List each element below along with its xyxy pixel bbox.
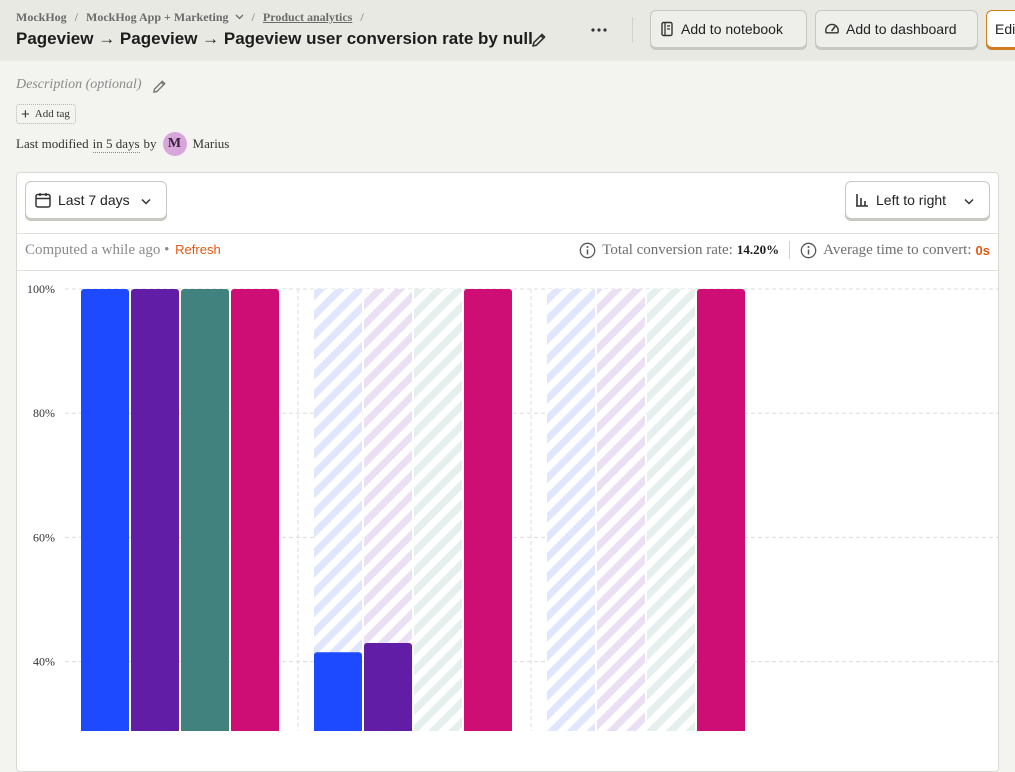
breadcrumb: MockHog / MockHog App + Marketing / Prod… bbox=[16, 10, 372, 25]
panel-divider bbox=[17, 233, 998, 234]
toolbar-divider bbox=[632, 17, 633, 43]
funnel-layout-button[interactable]: Left to right bbox=[845, 181, 990, 219]
conversion-stats: Total conversion rate: 14.20% Average ti… bbox=[579, 241, 990, 259]
add-to-notebook-button[interactable]: Add to notebook bbox=[650, 10, 807, 48]
notebook-icon bbox=[661, 21, 673, 37]
description-field[interactable]: Description (optional) bbox=[16, 77, 142, 93]
info-icon[interactable] bbox=[800, 242, 817, 259]
stats-divider bbox=[789, 241, 791, 259]
refresh-link[interactable]: Refresh bbox=[175, 242, 221, 257]
modified-by: by bbox=[143, 136, 157, 151]
funnel-bar bbox=[697, 289, 745, 731]
chevron-down-icon bbox=[964, 192, 980, 208]
chevron-down-icon[interactable] bbox=[235, 12, 244, 23]
top-bar: MockHog / MockHog App + Marketing / Prod… bbox=[0, 0, 1015, 61]
funnel-bar bbox=[131, 289, 179, 731]
add-tag-button[interactable]: + Add tag bbox=[16, 104, 76, 124]
funnel-dropoff-bar bbox=[414, 289, 462, 731]
add-to-dashboard-button[interactable]: Add to dashboard bbox=[815, 10, 978, 48]
computed-text: Computed a while ago bbox=[25, 242, 161, 258]
conversion-rate-value: 14.20% bbox=[736, 242, 780, 257]
funnel-layout-label: Left to right bbox=[876, 192, 947, 208]
edit-button[interactable]: Edit bbox=[986, 10, 1015, 48]
funnel-bar bbox=[81, 289, 129, 731]
chevron-down-icon bbox=[141, 192, 157, 208]
y-tick-label: 100% bbox=[27, 282, 55, 296]
funnel-dropoff-bar bbox=[547, 289, 595, 731]
insight-panel: Last 7 days Left to right Computed a whi… bbox=[16, 172, 999, 772]
conversion-rate-label: Total conversion rate: bbox=[602, 241, 733, 258]
funnel-dropoff-bar bbox=[597, 289, 645, 731]
edit-title-pencil-icon[interactable] bbox=[530, 31, 548, 54]
avatar: M bbox=[162, 132, 187, 156]
breadcrumb-project[interactable]: MockHog App + Marketing bbox=[86, 10, 229, 25]
add-to-notebook-label: Add to notebook bbox=[681, 21, 783, 37]
bar-chart-icon bbox=[856, 194, 868, 207]
add-to-dashboard-label: Add to dashboard bbox=[846, 21, 957, 37]
modified-user: Marius bbox=[192, 136, 230, 151]
breadcrumb-separator: / bbox=[360, 10, 364, 24]
dashboard-gauge-icon bbox=[825, 23, 839, 34]
avg-time-value: 0s bbox=[975, 242, 990, 258]
breadcrumb-section[interactable]: Product analytics bbox=[263, 10, 352, 25]
modified-prefix: Last modified bbox=[16, 136, 89, 151]
funnel-chart: 100% 80% 60% 40% bbox=[27, 282, 998, 731]
add-tag-label: Add tag bbox=[34, 108, 70, 120]
more-options-icon[interactable] bbox=[586, 18, 612, 42]
breadcrumb-separator: / bbox=[74, 10, 79, 24]
funnel-bar bbox=[464, 289, 512, 731]
date-range-button[interactable]: Last 7 days bbox=[25, 181, 167, 219]
breadcrumb-org[interactable]: MockHog bbox=[16, 10, 67, 25]
funnel-dropoff-bar bbox=[647, 289, 695, 731]
date-range-label: Last 7 days bbox=[58, 192, 130, 208]
info-icon[interactable] bbox=[579, 242, 596, 259]
modified-when: in 5 days bbox=[92, 135, 140, 153]
page-title: Pageview → Pageview → Pageview user conv… bbox=[16, 29, 533, 48]
edit-description-pencil-icon[interactable] bbox=[151, 78, 168, 100]
funnel-bar bbox=[231, 289, 279, 731]
status-dot: • bbox=[164, 242, 170, 258]
funnel-bar bbox=[364, 642, 412, 731]
breadcrumb-separator: / bbox=[251, 10, 255, 24]
y-tick-label: 60% bbox=[33, 530, 55, 544]
avg-time-label: Average time to convert: bbox=[823, 241, 972, 258]
computed-status: Computed a while ago • Refresh bbox=[25, 242, 221, 259]
y-tick-label: 80% bbox=[33, 406, 55, 420]
funnel-bar bbox=[181, 289, 229, 731]
edit-label: Edit bbox=[995, 21, 1015, 37]
last-modified: Last modified in 5 days by M Marius bbox=[16, 131, 229, 157]
funnel-bar bbox=[314, 652, 362, 731]
plus-icon: + bbox=[21, 105, 30, 123]
y-tick-label: 40% bbox=[33, 655, 55, 669]
calendar-icon bbox=[35, 193, 51, 208]
